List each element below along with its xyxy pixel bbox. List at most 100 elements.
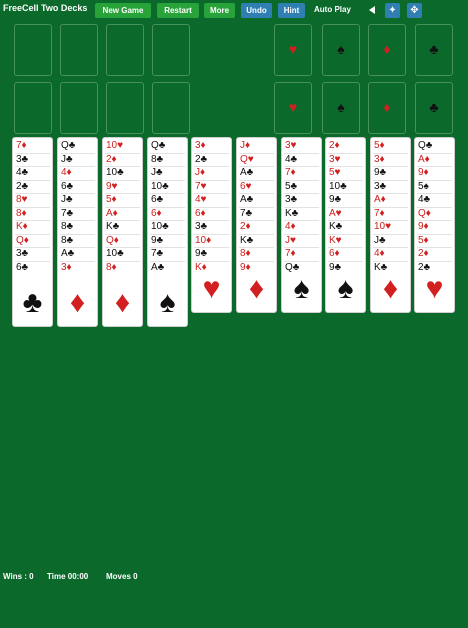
card-rank-label[interactable]: 6♦ — [195, 208, 206, 219]
card-rank-label[interactable]: 6♣ — [151, 195, 163, 205]
card-rank-label[interactable]: 4♥ — [195, 195, 207, 205]
new-game-button[interactable]: New Game — [95, 3, 151, 18]
card-rank-label[interactable]: A♥ — [329, 208, 342, 219]
card-rank-label[interactable]: 8♥ — [16, 195, 28, 205]
card-rank-label[interactable]: Q♣ — [285, 262, 299, 273]
free-cell-slot[interactable] — [106, 24, 144, 76]
foundation-slot[interactable]: ♦ — [368, 24, 406, 76]
card-stack[interactable]: 2♦ 3♥ 5♥ 10♣ 9♣ A♥ K♣ K♥ 6♦ 9♣ ♠ — [325, 137, 366, 313]
settings-icon[interactable]: ✦ — [385, 3, 400, 18]
card-rank-label[interactable]: 5♦ — [106, 195, 117, 205]
card-rank-label[interactable]: A♦ — [374, 195, 386, 205]
card-rank-label[interactable]: 9♥ — [106, 181, 118, 192]
card-rank-label[interactable]: J♦ — [195, 168, 205, 178]
card-rank-label[interactable]: 8♣ — [61, 222, 73, 232]
card-rank-label[interactable]: 3♦ — [374, 154, 385, 165]
foundation-slot[interactable]: ♠ — [322, 82, 360, 134]
restart-button[interactable]: Restart — [157, 3, 199, 18]
card-rank-label[interactable]: 4♣ — [418, 195, 430, 205]
card-rank-label[interactable]: J♣ — [151, 168, 163, 178]
card-rank-label[interactable]: 6♣ — [16, 262, 28, 273]
card-rank-label[interactable]: 6♣ — [61, 181, 73, 192]
card-rank-label[interactable]: A♣ — [61, 249, 74, 259]
card-rank-label[interactable]: 4♦ — [61, 168, 72, 178]
card-stack[interactable]: 3♥ 4♣ 7♦ 5♣ 3♣ K♣ 4♦ J♥ 7♦ Q♣ ♠ — [281, 137, 322, 313]
card-rank-label[interactable]: 9♣ — [329, 262, 341, 273]
card-stack[interactable]: J♦ Q♥ A♣ 6♥ A♣ 7♣ 2♦ K♣ 8♦ 9♦ ♦ — [236, 137, 277, 313]
foundation-slot[interactable]: ♣ — [415, 82, 453, 134]
foundation-slot[interactable]: ♥ — [274, 82, 312, 134]
card-rank-label[interactable]: 7♦ — [374, 208, 385, 219]
card-rank-label[interactable]: 4♣ — [285, 154, 297, 165]
card-rank-label[interactable]: Q♣ — [61, 141, 75, 151]
card-rank-label[interactable]: 8♣ — [151, 154, 163, 165]
card-rank-label[interactable]: 10♣ — [151, 222, 169, 232]
card-rank-label[interactable]: 2♦ — [418, 249, 429, 259]
card-rank-label[interactable]: 5♠ — [418, 181, 429, 192]
free-cell-slot[interactable] — [60, 82, 98, 134]
card-rank-label[interactable]: A♣ — [151, 262, 164, 273]
card-rank-label[interactable]: 7♣ — [61, 208, 73, 219]
card-rank-label[interactable]: K♦ — [195, 262, 207, 273]
card-stack[interactable]: 7♦ 3♣ 4♣ 2♣ 8♥ 8♦ K♦ Q♦ 3♣ 6♣ ♣ — [12, 137, 53, 327]
card-rank-label[interactable]: 9♦ — [240, 262, 251, 273]
card-rank-label[interactable]: 9♣ — [374, 168, 386, 178]
card-rank-label[interactable]: 6♥ — [240, 181, 252, 192]
card-rank-label[interactable]: 7♥ — [195, 181, 207, 192]
card-rank-label[interactable]: K♦ — [16, 222, 28, 232]
free-cell-slot[interactable] — [14, 24, 52, 76]
card-rank-label[interactable]: 7♣ — [151, 249, 163, 259]
card-rank-label[interactable]: 5♣ — [285, 181, 297, 192]
card-rank-label[interactable]: A♦ — [418, 154, 430, 165]
card-rank-label[interactable]: K♣ — [240, 235, 253, 246]
card-rank-label[interactable]: 4♦ — [285, 222, 296, 232]
free-cell-slot[interactable] — [152, 82, 190, 134]
card-rank-label[interactable]: 8♣ — [61, 235, 73, 246]
card-rank-label[interactable]: 3♥ — [329, 154, 341, 165]
undo-button[interactable]: Undo — [241, 3, 272, 18]
card-rank-label[interactable]: 7♦ — [285, 249, 296, 259]
foundation-slot[interactable]: ♣ — [415, 24, 453, 76]
card-rank-label[interactable]: 2♣ — [16, 181, 28, 192]
card-rank-label[interactable]: 9♣ — [195, 249, 207, 259]
card-rank-label[interactable]: 10♣ — [106, 168, 124, 178]
card-rank-label[interactable]: 3♣ — [16, 249, 28, 259]
card-rank-label[interactable]: 9♣ — [329, 195, 341, 205]
card-rank-label[interactable]: Q♣ — [418, 141, 432, 151]
card-rank-label[interactable]: 2♦ — [240, 222, 251, 232]
card-stack[interactable]: 5♦ 3♦ 9♣ 3♣ A♦ 7♦ 10♥ J♣ 4♦ K♣ ♦ — [370, 137, 411, 313]
card-rank-label[interactable]: K♣ — [374, 262, 387, 273]
card-rank-label[interactable]: 8♦ — [106, 262, 117, 273]
card-rank-label[interactable]: K♣ — [329, 222, 342, 232]
card-stack[interactable]: Q♣ A♦ 9♦ 5♠ 4♣ Q♦ 9♦ 5♦ 2♦ 2♣ ♥ — [414, 137, 455, 313]
more-button[interactable]: More — [204, 3, 235, 18]
card-rank-label[interactable]: J♣ — [61, 154, 73, 165]
card-rank-label[interactable]: K♣ — [106, 222, 119, 232]
hint-button[interactable]: Hint — [278, 3, 305, 18]
auto-play-toggle[interactable]: Auto Play — [314, 5, 351, 14]
card-rank-label[interactable]: 9♦ — [418, 168, 429, 178]
card-rank-label[interactable]: J♣ — [374, 235, 386, 246]
card-rank-label[interactable]: 6♦ — [329, 249, 340, 259]
card-rank-label[interactable]: 10♥ — [374, 222, 391, 232]
card-rank-label[interactable]: Q♦ — [418, 208, 431, 219]
card-rank-label[interactable]: 3♦ — [61, 262, 72, 273]
card-rank-label[interactable]: Q♥ — [240, 154, 254, 165]
card-rank-label[interactable]: 7♣ — [240, 208, 252, 219]
card-stack[interactable]: Q♣ J♣ 4♦ 6♣ J♣ 7♣ 8♣ 8♣ A♣ 3♦ ♦ — [57, 137, 98, 327]
card-rank-label[interactable]: Q♦ — [16, 235, 29, 246]
fullscreen-icon[interactable]: ✥ — [407, 3, 422, 18]
card-rank-label[interactable]: 2♦ — [329, 141, 340, 151]
card-rank-label[interactable]: 7♦ — [285, 168, 296, 178]
card-rank-label[interactable]: A♣ — [240, 195, 253, 205]
card-rank-label[interactable]: J♦ — [240, 141, 250, 151]
card-rank-label[interactable]: 5♥ — [329, 168, 341, 178]
card-stack[interactable]: 10♥ 2♦ 10♣ 9♥ 5♦ A♦ K♣ Q♦ 10♣ 8♦ ♦ — [102, 137, 143, 327]
card-rank-label[interactable]: K♣ — [285, 208, 298, 219]
card-rank-label[interactable]: 6♦ — [151, 208, 162, 219]
card-rank-label[interactable]: 5♦ — [418, 235, 429, 246]
free-cell-slot[interactable] — [14, 82, 52, 134]
card-rank-label[interactable]: 2♣ — [195, 154, 207, 165]
card-rank-label[interactable]: 3♥ — [285, 141, 297, 151]
card-rank-label[interactable]: A♣ — [240, 168, 253, 178]
